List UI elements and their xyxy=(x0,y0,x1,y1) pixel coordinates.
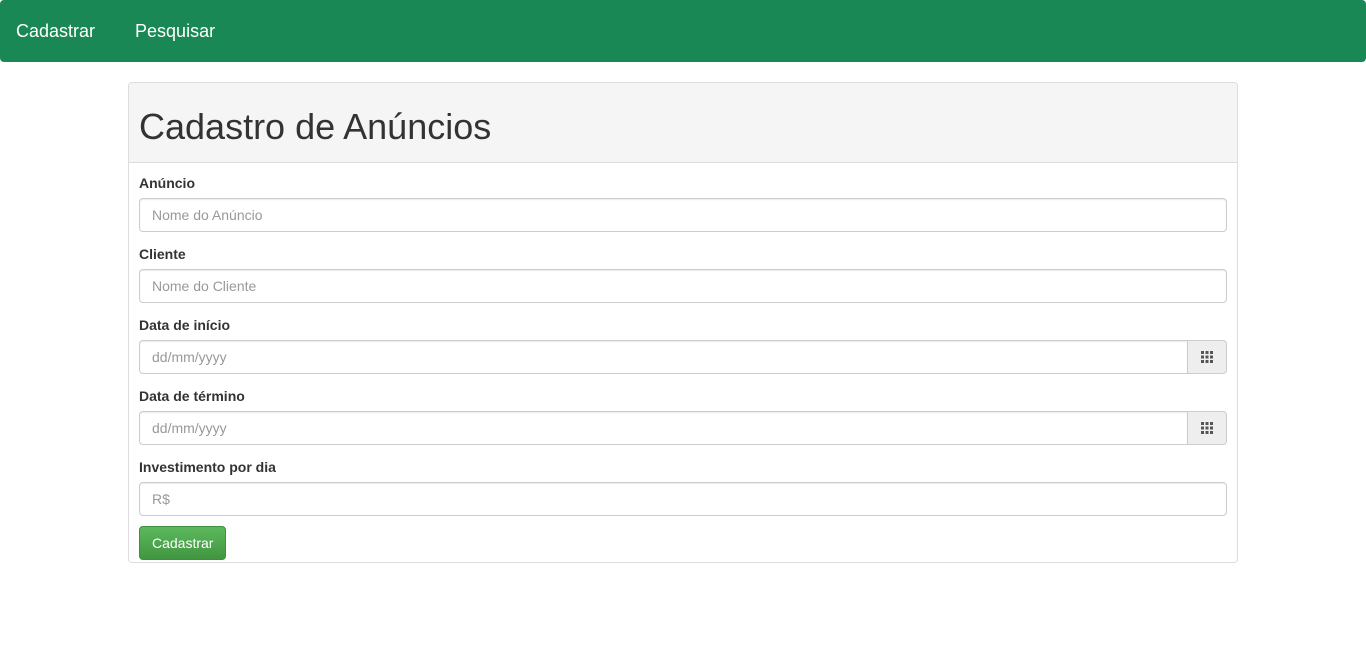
data-inicio-input[interactable] xyxy=(139,340,1188,374)
anuncio-group: Anúncio xyxy=(139,175,1227,232)
data-termino-label: Data de término xyxy=(139,388,245,404)
panel-body: Anúncio Cliente Data de início xyxy=(129,163,1237,570)
data-inicio-calendar-button[interactable] xyxy=(1188,340,1227,374)
investimento-group: Investimento por dia xyxy=(139,459,1227,516)
page-title: Cadastro de Anúncios xyxy=(139,105,492,147)
cliente-label: Cliente xyxy=(139,246,186,262)
data-termino-group: Data de término xyxy=(139,388,1227,445)
data-inicio-input-group xyxy=(139,340,1227,374)
cadastrar-submit-button[interactable]: Cadastrar xyxy=(139,526,227,560)
nav-pesquisar-link[interactable]: Pesquisar xyxy=(135,0,215,62)
data-termino-input-group xyxy=(139,411,1227,445)
anuncio-label: Anúncio xyxy=(139,175,195,191)
data-inicio-label: Data de início xyxy=(139,317,231,333)
data-termino-calendar-button[interactable] xyxy=(1188,411,1227,445)
cliente-group: Cliente xyxy=(139,246,1227,303)
cadastro-panel: Cadastro de Anúncios Anúncio Cliente Dat… xyxy=(128,82,1238,563)
investimento-label: Investimento por dia xyxy=(139,459,276,475)
calendar-grid-icon xyxy=(1201,351,1213,363)
data-termino-input[interactable] xyxy=(139,411,1188,445)
data-inicio-group: Data de início xyxy=(139,317,1227,374)
top-navbar: Cadastrar Pesquisar xyxy=(0,0,1366,62)
anuncio-input[interactable] xyxy=(139,198,1227,232)
cliente-input[interactable] xyxy=(139,269,1227,303)
panel-heading: Cadastro de Anúncios xyxy=(129,83,1237,163)
nav-cadastrar-link[interactable]: Cadastrar xyxy=(16,0,95,62)
investimento-input[interactable] xyxy=(139,482,1227,516)
calendar-grid-icon xyxy=(1201,422,1213,434)
